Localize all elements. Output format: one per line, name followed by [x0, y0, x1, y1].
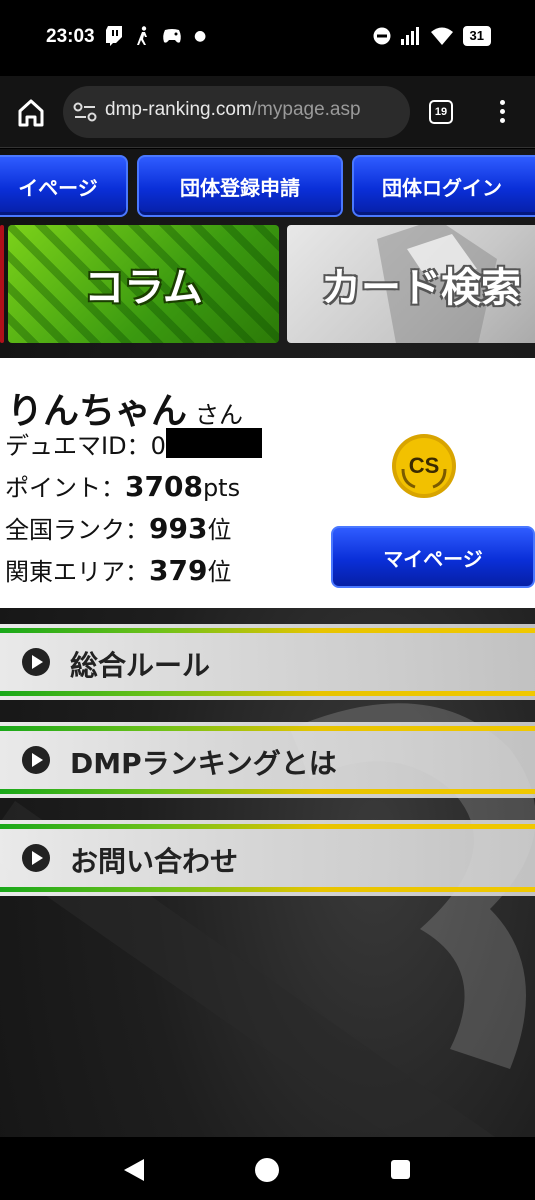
banner-partial[interactable]	[0, 225, 4, 343]
do-not-disturb-icon	[373, 27, 391, 45]
nav-group-login-label: 団体ログイン	[382, 175, 502, 200]
national-rank-row: 全国ランク：993位	[5, 510, 231, 545]
menu-item-label: 総合ルール	[70, 649, 211, 682]
duema-id-label: デュエマID：	[5, 432, 151, 460]
site-settings-icon[interactable]	[73, 101, 97, 123]
area-rank-row: 関東エリア：379位	[5, 552, 231, 587]
column-banner[interactable]: コラム	[8, 225, 279, 343]
twitch-icon	[106, 26, 122, 46]
column-banner-label: コラム	[84, 265, 203, 311]
cs-badge-text: CS	[409, 453, 440, 478]
play-icon	[22, 844, 50, 872]
system-icons: 31	[373, 26, 491, 46]
tab-switcher-button[interactable]: 19	[429, 100, 453, 124]
cs-badge-icon: CS	[392, 434, 456, 498]
signal-icon	[400, 27, 419, 45]
nav-group-register-label: 団体登録申請	[180, 175, 300, 200]
browser-menu-button[interactable]	[492, 98, 512, 128]
status-time: 23:03	[46, 26, 95, 47]
recent-apps-icon[interactable]	[391, 1160, 410, 1179]
card-search-banner[interactable]: カード検索	[287, 225, 535, 343]
national-rank-unit: 位	[207, 516, 232, 544]
home-icon[interactable]	[14, 96, 48, 130]
menu-item-label: DMPランキングとは	[70, 747, 337, 780]
nav-mypage-button[interactable]: イページ	[0, 155, 128, 217]
battery-icon: 31	[462, 26, 491, 46]
dot-icon: ●	[194, 28, 207, 44]
national-rank-value: 993	[149, 512, 208, 545]
url-host: dmp-ranking.com	[105, 99, 252, 120]
menu-item-about-ranking[interactable]: DMPランキングとは	[0, 722, 535, 798]
page-content: イページ 団体登録申請 団体ログイン コラム カード検索 りんちゃん さん デュエ…	[0, 149, 535, 1137]
card-search-banner-label: カード検索	[321, 265, 521, 311]
mypage-button[interactable]: マイページ	[331, 526, 535, 588]
url-path: /mypage.asp	[251, 99, 361, 120]
play-icon	[22, 648, 50, 676]
points-row: ポイント：3708pts	[5, 468, 240, 503]
duema-id-row: デュエマID：0	[5, 426, 262, 461]
address-bar[interactable]: dmp-ranking.com/mypage.asp	[63, 86, 410, 138]
area-rank-label: 関東エリア：	[5, 558, 149, 586]
menu-item-label: お問い合わせ	[70, 845, 239, 878]
nav-group-register-button[interactable]: 団体登録申請	[137, 155, 343, 217]
area-rank-unit: 位	[207, 558, 232, 586]
nav-group-login-button[interactable]: 団体ログイン	[352, 155, 535, 217]
points-value: 3708	[125, 470, 203, 503]
browser-toolbar: dmp-ranking.com/mypage.asp 19	[0, 76, 535, 148]
national-rank-label: 全国ランク：	[5, 516, 149, 544]
back-icon[interactable]	[124, 1159, 144, 1181]
menu-item-general-rules[interactable]: 総合ルール	[0, 624, 535, 700]
points-unit: pts	[202, 474, 241, 502]
mypage-button-label: マイページ	[383, 546, 483, 571]
duema-id-value: 0	[150, 432, 166, 460]
walk-icon	[137, 26, 147, 45]
user-name-suffix: さん	[195, 401, 244, 429]
url-text: dmp-ranking.com/mypage.asp	[105, 99, 361, 121]
top-nav: イページ 団体登録申請 団体ログイン	[0, 155, 535, 217]
home-circle-icon[interactable]	[255, 1158, 279, 1182]
banner-row: コラム カード検索	[0, 225, 535, 343]
menu-item-contact[interactable]: お問い合わせ	[0, 820, 535, 896]
play-icon	[22, 746, 50, 774]
notification-icons: ●	[106, 26, 206, 46]
nav-mypage-label: イページ	[18, 175, 98, 200]
system-navigation-bar	[0, 1137, 535, 1200]
redaction-box	[165, 428, 262, 458]
game-controller-icon	[163, 29, 181, 43]
points-label: ポイント：	[5, 474, 125, 502]
status-bar: 23:03 ● 31	[0, 0, 535, 76]
wifi-icon	[430, 27, 453, 45]
area-rank-value: 379	[149, 554, 208, 587]
